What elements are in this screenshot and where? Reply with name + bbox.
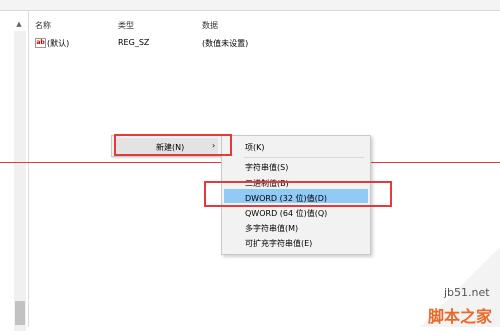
tree-scrollbar[interactable] bbox=[14, 31, 26, 331]
list-header: 名称 类型 数据 bbox=[30, 20, 500, 32]
annotation-box-dword bbox=[204, 181, 392, 207]
top-border bbox=[0, 0, 500, 11]
column-header-type[interactable]: 类型 bbox=[118, 20, 134, 31]
value-type: REG_SZ bbox=[118, 38, 150, 47]
chevron-up-icon[interactable]: ▲ bbox=[14, 19, 24, 29]
submenu-item-key[interactable]: 项(K) bbox=[245, 142, 265, 153]
submenu-item-qword[interactable]: QWORD (64 位)值(Q) bbox=[245, 208, 327, 219]
submenu-item-multi-string[interactable]: 多字符串值(M) bbox=[245, 223, 298, 234]
menu-separator bbox=[244, 157, 364, 158]
string-value-icon: ab bbox=[35, 38, 46, 48]
list-item[interactable]: ab (默认) REG_SZ (数值未设置) bbox=[30, 38, 500, 50]
watermark-logo-text: 脚本之家 bbox=[428, 307, 493, 326]
tree-pane[interactable]: ▲ bbox=[0, 11, 29, 331]
column-header-data[interactable]: 数据 bbox=[202, 20, 218, 31]
value-name: (默认) bbox=[47, 39, 70, 48]
tree-scroll-thumb[interactable] bbox=[15, 301, 25, 325]
submenu-item-expandable-string[interactable]: 可扩充字符串值(E) bbox=[245, 238, 312, 249]
annotation-box-new bbox=[114, 134, 232, 156]
column-header-name[interactable]: 名称 bbox=[35, 20, 51, 31]
submenu-item-string[interactable]: 字符串值(S) bbox=[245, 162, 288, 173]
value-data: (数值未设置) bbox=[202, 39, 249, 48]
watermark-url: jb51.net bbox=[444, 286, 490, 299]
